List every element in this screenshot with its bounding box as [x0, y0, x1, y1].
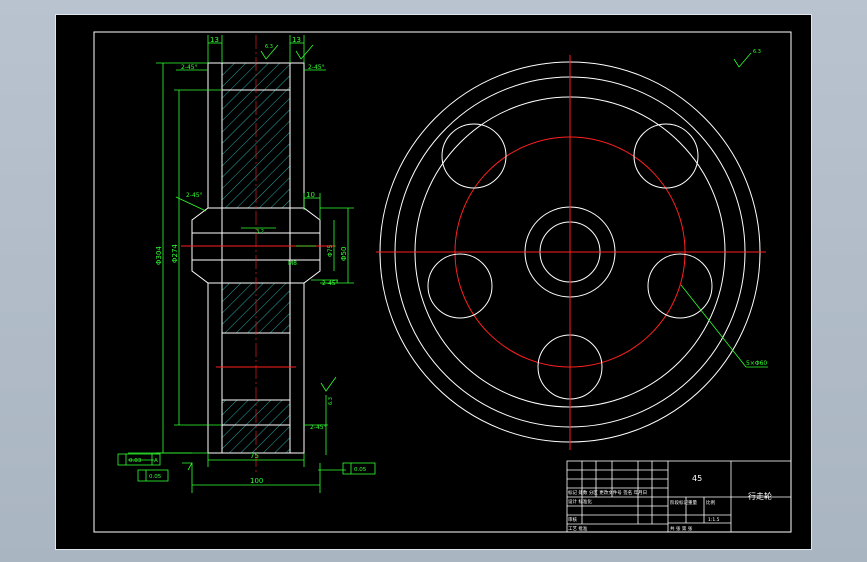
- title-row-design: 设计 标准化: [568, 498, 592, 505]
- roughness-label-2: 3.2: [256, 229, 264, 235]
- dim-rim-left: 13: [210, 36, 219, 44]
- roughness-corner: 6.3: [753, 49, 761, 55]
- roughness-label-3: 6.3: [328, 397, 334, 405]
- dim-outer-diameter: Φ304: [155, 246, 163, 265]
- hole-leader: [680, 284, 747, 368]
- tolerance-frame-left: 0.03 A 0.05: [117, 453, 169, 482]
- tol-right-value: 0.05: [354, 467, 367, 473]
- title-ratio: 比例: [706, 499, 715, 506]
- front-view: 5×Φ60: [376, 55, 768, 450]
- tol-left2-value: 0.05: [149, 474, 162, 480]
- roughness-label-1: 6.3: [265, 44, 273, 50]
- chamfer-label-1: 2-45°: [181, 64, 198, 71]
- title-row-header: 标记 处数 分区 更改文件号 签名 年月日: [568, 489, 647, 496]
- title-stage: 阶段标记: [670, 499, 688, 506]
- chamfer-label-4: 2-45°: [322, 280, 339, 287]
- lightening-hole-2: [633, 123, 699, 189]
- drawing-svg: 13 13 10 75 100 Φ304 Φ274 Φ50 Φ75 M8 2-4…: [93, 31, 792, 533]
- section-view: [181, 35, 336, 475]
- title-material: 45: [692, 474, 702, 483]
- title-sheet: 共 张 第 张: [670, 525, 693, 532]
- dimension-lines: [128, 35, 752, 493]
- dim-hub-chamfer: 10: [306, 191, 315, 199]
- tolerance-frame-right: 0.05: [342, 462, 376, 475]
- dim-rim-right: 13: [292, 36, 301, 44]
- dim-hub-diameter: Φ75: [327, 244, 334, 257]
- lightening-hole-1: [441, 123, 507, 189]
- tol-left-value: 0.03: [129, 458, 142, 464]
- dim-inner-diameter: Φ274: [171, 244, 179, 263]
- chamfer-label-5: 2-45°: [310, 424, 327, 431]
- title-scale: 1:1.5: [708, 517, 720, 523]
- holes-label: 5×Φ60: [746, 360, 767, 367]
- title-weight: 重量: [688, 499, 697, 506]
- title-row-approve: 工艺 批准: [568, 525, 588, 532]
- drawing-canvas[interactable]: 13 13 10 75 100 Φ304 Φ274 Φ50 Φ75 M8 2-4…: [55, 14, 812, 550]
- chamfer-label-2: 2-45°: [308, 64, 325, 71]
- cad-window: 13 13 10 75 100 Φ304 Φ274 Φ50 Φ75 M8 2-4…: [0, 0, 867, 562]
- drawing-frame: [93, 31, 792, 533]
- title-part-name: 行走轮: [748, 491, 772, 501]
- chamfer-label-3: 2-45°: [186, 192, 203, 199]
- dim-overall-width: 100: [250, 477, 263, 485]
- tol-left-datum: A: [154, 458, 158, 464]
- dim-shaft-diameter: Φ50: [340, 247, 348, 261]
- title-row-review: 审核: [568, 516, 577, 523]
- dim-hub-width: 75: [250, 452, 259, 460]
- dim-keyway: M8: [288, 260, 297, 267]
